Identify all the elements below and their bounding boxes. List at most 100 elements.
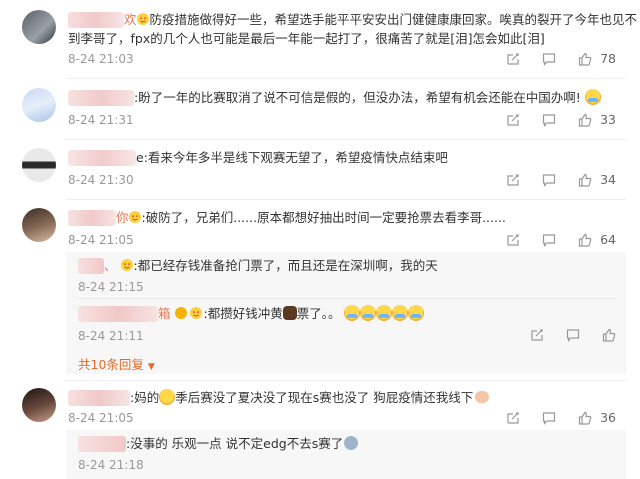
comment-author-suffix[interactable]: 你 [116,210,129,225]
thumbs-up-icon [578,173,592,187]
comment-button[interactable] [542,113,556,127]
heart-eyes-emoji-icon [190,305,203,319]
comment-author-suffix[interactable]: 欢 [124,12,137,27]
replies-panel: :没事的 乐观一点 说不定edg不去s赛了 8-24 21:18 [66,430,626,479]
crying-emoji-icon [360,305,377,321]
caret-down-icon: ▼ [147,362,155,372]
comment-icon [542,411,556,425]
comment-actions: 33 [484,112,616,127]
reply-text: 箱 :都攒好钱冲黄 票了。。 [158,304,425,323]
comment-text: e:看来今年多半是线下观赛无望了，希望疫情快点结束吧 [136,150,448,165]
reply-time: 8-24 21:18 [78,458,144,472]
username-blurred[interactable] [68,90,134,106]
crying-emoji-icon [344,305,361,321]
share-button[interactable] [530,328,544,342]
comment-actions: 64 [484,232,616,247]
share-icon [507,411,519,424]
comment-icon [542,173,556,187]
like-count: 34 [600,172,616,187]
thumbs-up-icon [578,113,592,127]
divider [66,78,626,79]
thumbs-up-icon [578,411,592,425]
reply-username-blurred[interactable] [78,306,158,322]
like-button[interactable]: 34 [578,172,616,187]
heart-eyes-emoji-icon [128,209,141,223]
comment-actions: 36 [484,410,616,425]
username-blurred[interactable] [68,12,124,28]
divider [66,380,626,381]
comment-text-line2: 到李哥了，fpx的几个人也可能是最后一年能一起打了，很痛苦了就是[泪]怎会如此[… [68,31,545,46]
reply-text: :没事的 乐观一点 说不定edg不去s赛了 [126,434,359,453]
reply-username-blurred[interactable] [78,258,104,274]
comment-time: 8-24 21:05 [68,411,134,425]
username-blurred[interactable] [68,210,116,226]
username-blurred[interactable] [68,390,130,406]
comment-button[interactable] [542,52,556,66]
thumbs-up-icon [578,233,592,247]
like-button[interactable]: 36 [578,410,616,425]
like-count: 33 [600,112,616,127]
share-button[interactable] [506,411,520,425]
comment-button[interactable] [566,328,580,342]
like-count: 78 [600,51,616,66]
thumbs-up-icon [602,328,616,342]
reply-time: 8-24 21:15 [78,280,144,294]
share-icon [507,52,519,65]
crying-emoji-icon [376,305,393,321]
reply-actions [508,328,616,342]
like-count: 36 [600,410,616,425]
like-count: 64 [600,232,616,247]
heart-eyes-emoji-icon [136,11,149,25]
heart-eyes-emoji-icon [120,257,133,271]
smile-emoji-icon [159,389,176,405]
comment-button[interactable] [542,233,556,247]
reply-username-blurred[interactable] [78,436,126,452]
avatar[interactable] [22,10,56,44]
comment-icon [542,52,556,66]
comment-icon [542,113,556,127]
crying-emoji-icon [584,89,601,105]
share-icon [507,233,519,246]
more-replies-link[interactable]: 共10条回复 ▼ [78,354,155,373]
share-button[interactable] [506,173,520,187]
comment-text: 欢防疫措施做得好一些，希望选手能平平安安出门健健康康回家。唉真的裂开了今年也见不 [124,11,638,27]
share-button[interactable] [506,233,520,247]
comment-time: 8-24 21:31 [68,113,134,127]
verified-badge-icon [174,307,187,319]
comment-actions: 34 [484,172,616,187]
like-button[interactable]: 33 [578,112,616,127]
share-button[interactable] [506,52,520,66]
comment-button[interactable] [542,173,556,187]
like-button[interactable] [602,328,616,342]
avatar[interactable] [22,208,56,242]
crying-emoji-icon [408,305,425,321]
comment-button[interactable] [542,411,556,425]
divider [66,199,626,200]
share-button[interactable] [506,113,520,127]
surprised-emoji-icon [344,436,359,450]
like-button[interactable]: 78 [578,51,616,66]
comment-time: 8-24 21:30 [68,173,134,187]
avatar[interactable] [22,148,56,182]
like-button[interactable]: 64 [578,232,616,247]
share-icon [507,113,519,126]
divider [78,298,616,299]
avatar[interactable] [22,88,56,122]
comment-actions: 78 [484,51,616,66]
comment-time: 8-24 21:03 [68,52,134,66]
comment-time: 8-24 21:05 [68,233,134,247]
comment-icon [566,329,580,342]
replies-panel: 、 :都已经存钱准备抢门票了，而且还是在深圳啊，我的天 8-24 21:15 箱… [66,252,626,374]
crying-emoji-icon [392,305,409,321]
comment-text: :妈的 季后赛没了夏决没了现在s赛也没了 狗屁疫情还我线下 [130,388,490,407]
thumbs-up-icon [578,52,592,66]
fist-emoji-icon [475,391,490,403]
cat-face-emoji-icon [282,306,297,320]
avatar[interactable] [22,388,56,422]
share-icon [507,173,519,186]
username-blurred[interactable] [68,150,136,166]
comment-icon [542,233,556,247]
reply-time: 8-24 21:11 [78,329,144,343]
divider [66,139,626,140]
comment-text: :盼了一年的比赛取消了说不可信是假的，但没办法，希望有机会还能在中国办啊! [134,88,601,107]
